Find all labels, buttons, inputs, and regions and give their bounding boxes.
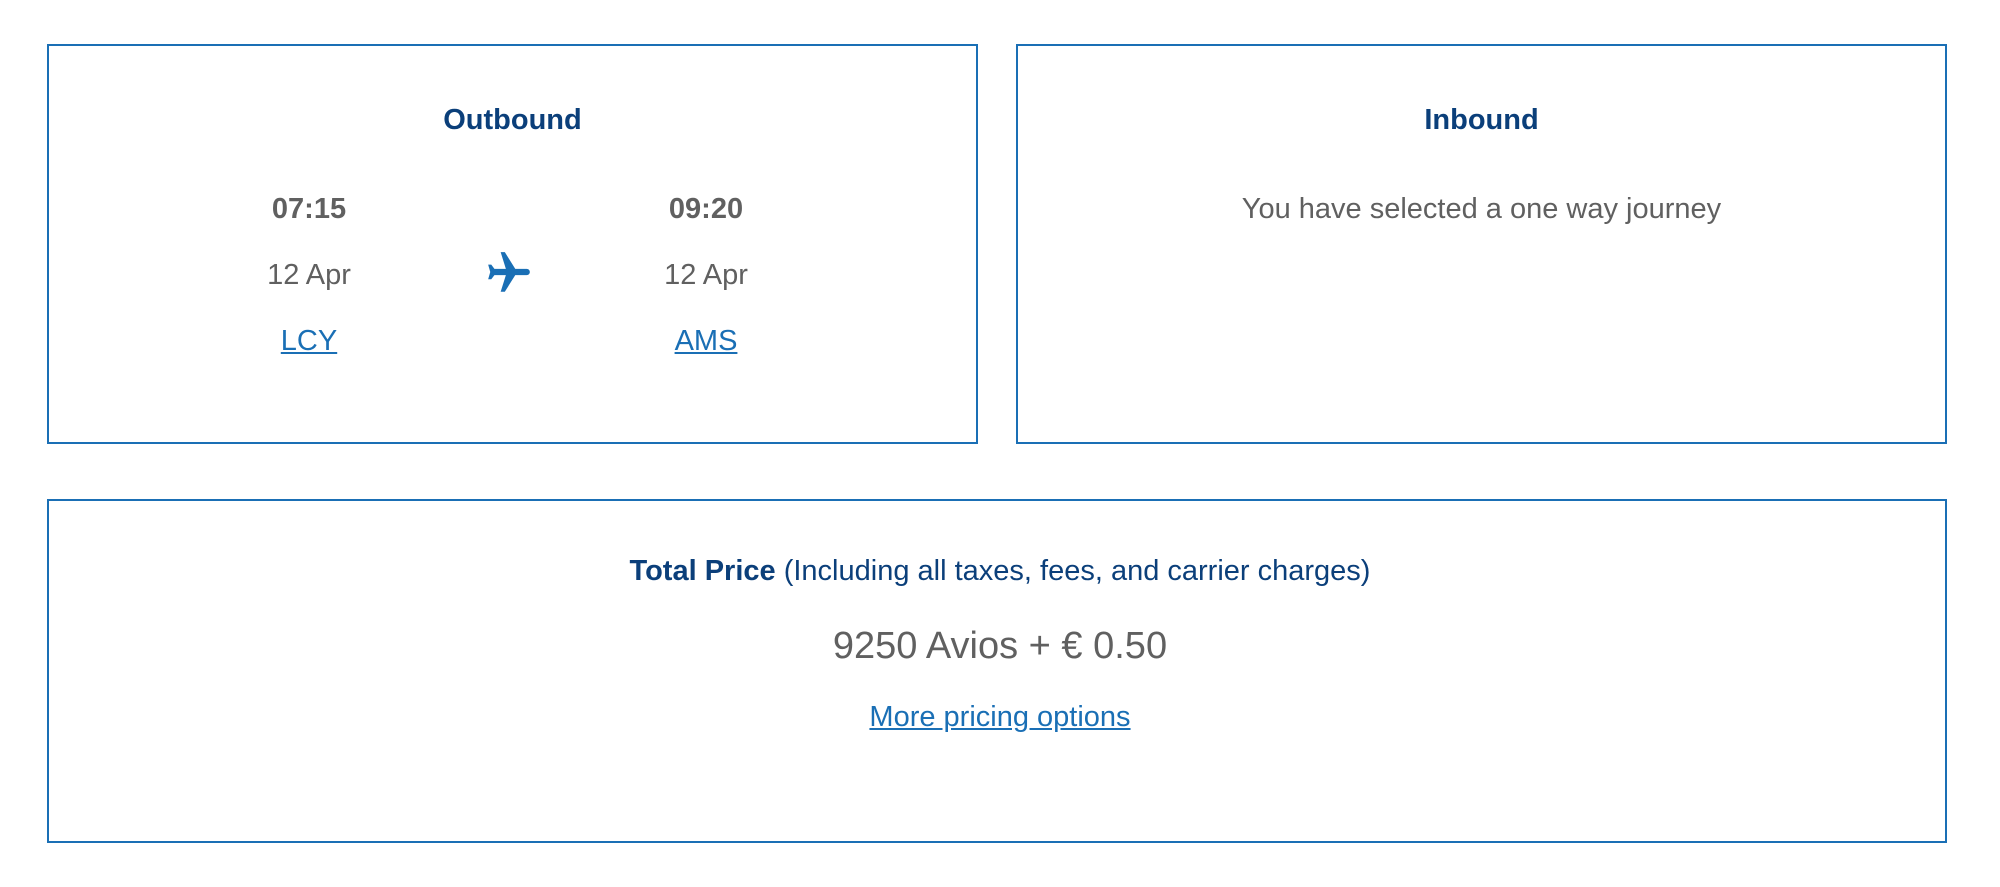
price-heading: Total Price (Including all taxes, fees, … bbox=[0, 554, 2000, 588]
outbound-panel: Outbound 07:15 12 Apr LCY 09:20 12 Apr A… bbox=[47, 44, 978, 444]
arrival-info: 09:20 12 Apr AMS bbox=[596, 192, 816, 358]
inbound-heading: Inbound bbox=[1424, 104, 1539, 136]
one-way-message: You have selected a one way journey bbox=[1241, 193, 1722, 225]
arrival-date: 12 Apr bbox=[664, 259, 748, 291]
total-price-value: 9250 Avios + € 0.50 bbox=[832, 625, 1168, 667]
departure-time: 07:15 bbox=[271, 193, 347, 225]
airplane-icon bbox=[488, 252, 530, 292]
more-pricing-options-link[interactable]: More pricing options bbox=[869, 701, 1130, 733]
pricing-link-container: More pricing options bbox=[0, 700, 2000, 734]
arrival-time: 09:20 bbox=[668, 193, 744, 225]
departure-airport-link[interactable]: LCY bbox=[281, 324, 337, 358]
price-note: (Including all taxes, fees, and carrier … bbox=[775, 555, 1371, 587]
inbound-panel: Inbound You have selected a one way jour… bbox=[1016, 44, 1947, 444]
departure-date: 12 Apr bbox=[267, 259, 351, 291]
arrival-airport-link[interactable]: AMS bbox=[675, 324, 738, 358]
departure-info: 07:15 12 Apr LCY bbox=[199, 192, 419, 358]
outbound-heading: Outbound bbox=[443, 104, 582, 136]
price-panel bbox=[47, 499, 1947, 843]
total-price-label: Total Price bbox=[629, 555, 776, 587]
